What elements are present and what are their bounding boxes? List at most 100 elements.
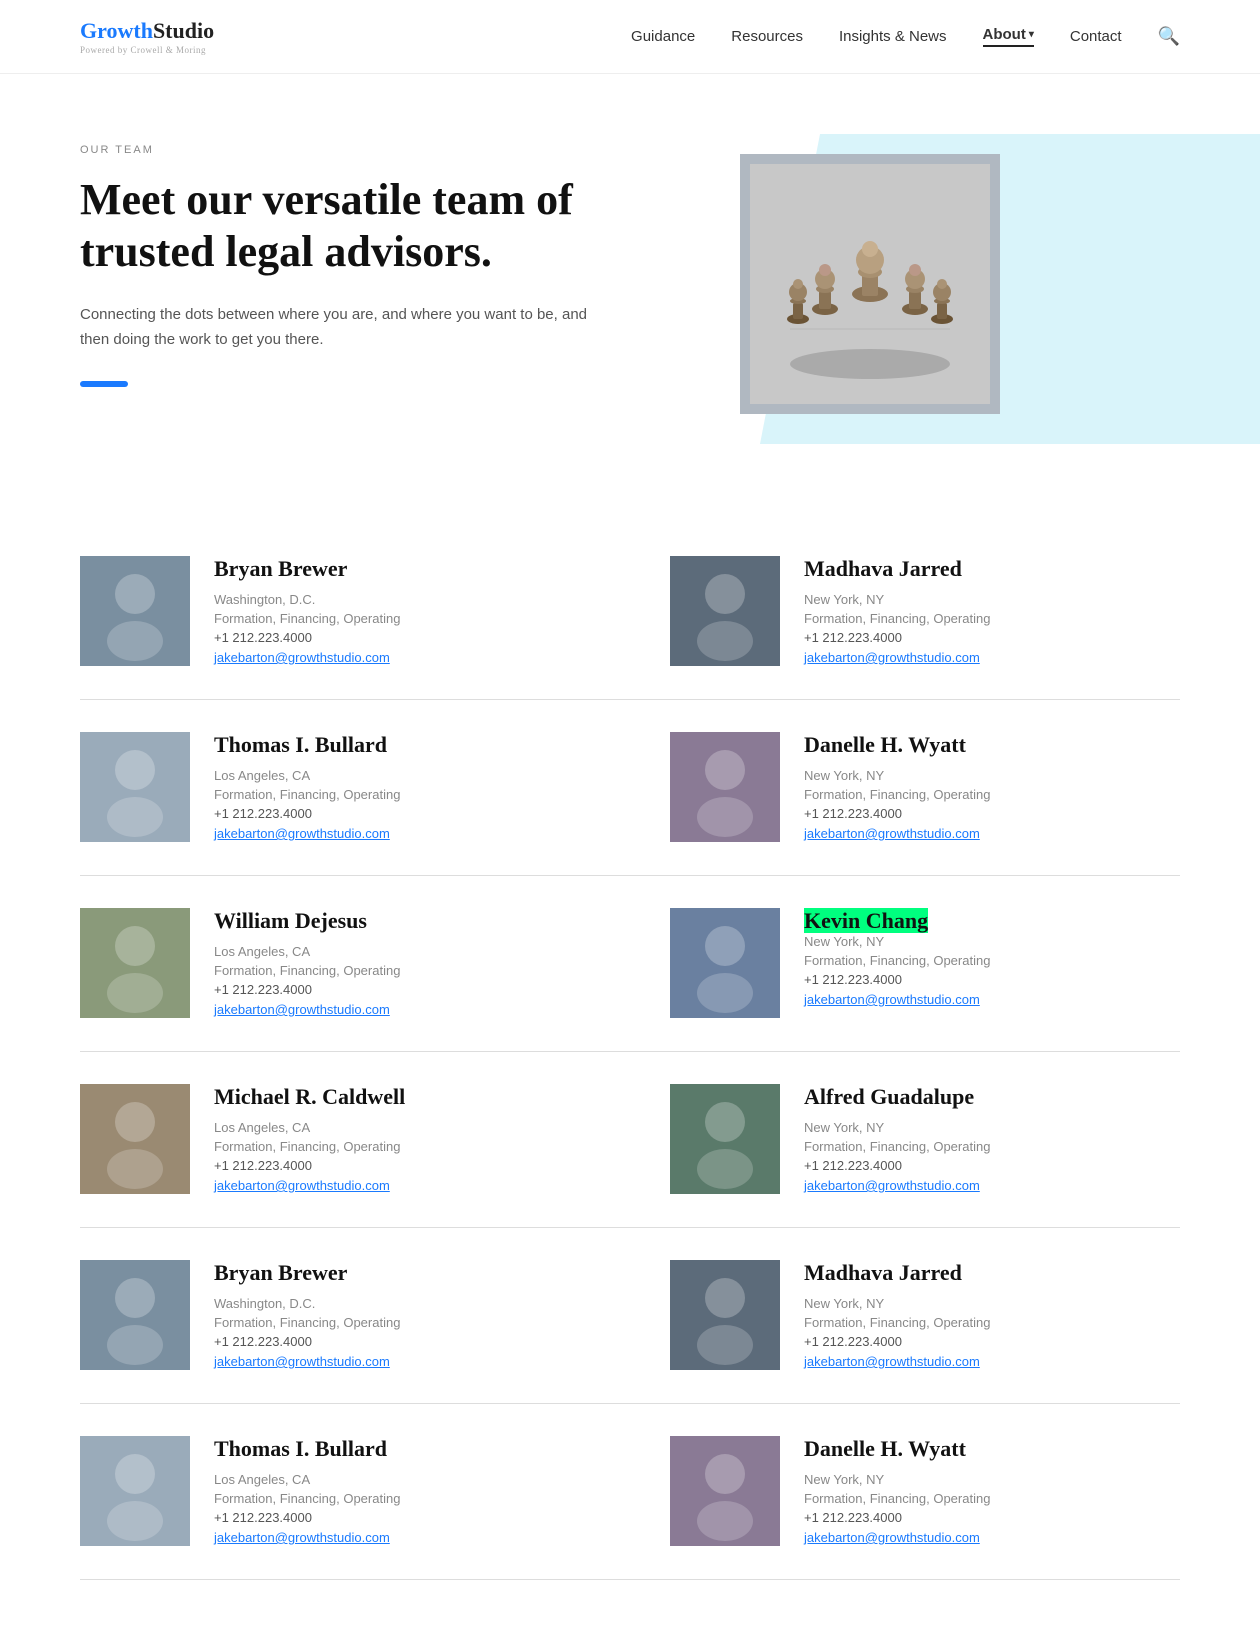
team-phone: +1 212.223.4000: [804, 972, 1180, 987]
logo-studio: Studio: [153, 18, 214, 43]
nav-contact[interactable]: Contact: [1070, 28, 1122, 45]
team-info: Bryan Brewer Washington, D.C. Formation,…: [214, 556, 590, 667]
nav-about[interactable]: About ▾: [983, 26, 1034, 47]
nav-resources[interactable]: Resources: [731, 28, 803, 45]
chess-pieces-image: [750, 164, 990, 404]
team-info: Michael R. Caldwell Los Angeles, CA Form…: [214, 1084, 590, 1195]
team-phone: +1 212.223.4000: [804, 630, 1180, 645]
team-email[interactable]: jakebarton@growthstudio.com: [214, 1530, 390, 1545]
person-photo-svg: [80, 1260, 190, 1370]
team-photo: [80, 1260, 190, 1370]
person-photo-svg: [80, 1084, 190, 1194]
team-location: Los Angeles, CA: [214, 944, 590, 959]
person-photo-svg: [670, 908, 780, 1018]
team-phone: +1 212.223.4000: [804, 1510, 1180, 1525]
team-email[interactable]: jakebarton@growthstudio.com: [804, 1178, 980, 1193]
team-member-name: Michael R. Caldwell: [214, 1084, 590, 1110]
team-photo: [670, 1260, 780, 1370]
team-info: Thomas I. Bullard Los Angeles, CA Format…: [214, 732, 590, 843]
team-email[interactable]: jakebarton@growthstudio.com: [214, 1354, 390, 1369]
team-card: Bryan Brewer Washington, D.C. Formation,…: [80, 1228, 630, 1404]
team-phone: +1 212.223.4000: [214, 1510, 590, 1525]
team-email[interactable]: jakebarton@growthstudio.com: [214, 650, 390, 665]
team-location: New York, NY: [804, 768, 1180, 783]
team-member-name: William Dejesus: [214, 908, 590, 934]
team-info: Danelle H. Wyatt New York, NY Formation,…: [804, 732, 1180, 843]
nav-about-label: About: [983, 26, 1026, 43]
team-card: Thomas I. Bullard Los Angeles, CA Format…: [80, 700, 630, 876]
team-location: Los Angeles, CA: [214, 1120, 590, 1135]
team-email[interactable]: jakebarton@growthstudio.com: [804, 826, 980, 841]
search-icon[interactable]: 🔍: [1158, 26, 1180, 47]
team-card: Alfred Guadalupe New York, NY Formation,…: [630, 1052, 1180, 1228]
team-email[interactable]: jakebarton@growthstudio.com: [214, 826, 390, 841]
nav-links: Guidance Resources Insights & News About…: [631, 26, 1180, 47]
person-photo-svg: [80, 908, 190, 1018]
team-location: New York, NY: [804, 592, 1180, 607]
team-info: Madhava Jarred New York, NY Formation, F…: [804, 1260, 1180, 1371]
team-card: Michael R. Caldwell Los Angeles, CA Form…: [80, 1052, 630, 1228]
team-photo: [80, 1084, 190, 1194]
nav-insights[interactable]: Insights & News: [839, 28, 947, 45]
team-phone: +1 212.223.4000: [214, 1158, 590, 1173]
team-specialty: Formation, Financing, Operating: [214, 963, 590, 978]
team-member-name: Thomas I. Bullard: [214, 1436, 590, 1462]
team-email[interactable]: jakebarton@growthstudio.com: [804, 1354, 980, 1369]
person-photo-svg: [670, 556, 780, 666]
team-email[interactable]: jakebarton@growthstudio.com: [214, 1178, 390, 1193]
person-photo-svg: [80, 1436, 190, 1546]
team-location: Washington, D.C.: [214, 592, 590, 607]
team-specialty: Formation, Financing, Operating: [214, 611, 590, 626]
team-photo: [670, 908, 780, 1018]
team-specialty: Formation, Financing, Operating: [214, 1315, 590, 1330]
team-location: Los Angeles, CA: [214, 768, 590, 783]
team-info: Kevin Chang New York, NY Formation, Fina…: [804, 908, 1180, 1009]
team-card: Madhava Jarred New York, NY Formation, F…: [630, 524, 1180, 700]
team-email[interactable]: jakebarton@growthstudio.com: [804, 650, 980, 665]
hero-image-wrapper: [740, 134, 1180, 444]
team-specialty: Formation, Financing, Operating: [214, 1139, 590, 1154]
logo[interactable]: GrowthStudio Powered by Crowell & Moring: [80, 18, 214, 55]
hero-image: [740, 154, 1000, 414]
team-photo: [80, 732, 190, 842]
nav-guidance[interactable]: Guidance: [631, 28, 695, 45]
team-member-name: Madhava Jarred: [804, 556, 1180, 582]
team-member-name: Danelle H. Wyatt: [804, 732, 1180, 758]
team-specialty: Formation, Financing, Operating: [804, 1139, 1180, 1154]
person-photo-svg: [80, 556, 190, 666]
team-email[interactable]: jakebarton@growthstudio.com: [804, 992, 980, 1007]
team-info: William Dejesus Los Angeles, CA Formatio…: [214, 908, 590, 1019]
team-phone: +1 212.223.4000: [214, 806, 590, 821]
hero-divider: [80, 381, 128, 387]
team-phone: +1 212.223.4000: [804, 806, 1180, 821]
team-location: Los Angeles, CA: [214, 1472, 590, 1487]
team-specialty: Formation, Financing, Operating: [804, 953, 1180, 968]
team-location: New York, NY: [804, 1296, 1180, 1311]
team-phone: +1 212.223.4000: [214, 1334, 590, 1349]
team-email[interactable]: jakebarton@growthstudio.com: [804, 1530, 980, 1545]
team-specialty: Formation, Financing, Operating: [804, 787, 1180, 802]
person-photo-svg: [670, 1260, 780, 1370]
team-specialty: Formation, Financing, Operating: [214, 1491, 590, 1506]
team-phone: +1 212.223.4000: [214, 630, 590, 645]
team-info: Alfred Guadalupe New York, NY Formation,…: [804, 1084, 1180, 1195]
team-photo: [670, 556, 780, 666]
person-photo-svg: [670, 732, 780, 842]
team-phone: +1 212.223.4000: [804, 1158, 1180, 1173]
logo-sub: Powered by Crowell & Moring: [80, 45, 214, 55]
team-member-name: Alfred Guadalupe: [804, 1084, 1180, 1110]
team-email[interactable]: jakebarton@growthstudio.com: [214, 1002, 390, 1017]
team-photo: [80, 1436, 190, 1546]
team-info: Bryan Brewer Washington, D.C. Formation,…: [214, 1260, 590, 1371]
team-info: Madhava Jarred New York, NY Formation, F…: [804, 556, 1180, 667]
navbar: GrowthStudio Powered by Crowell & Moring…: [0, 0, 1260, 74]
team-card: Kevin Chang New York, NY Formation, Fina…: [630, 876, 1180, 1052]
team-location: Washington, D.C.: [214, 1296, 590, 1311]
team-phone: +1 212.223.4000: [804, 1334, 1180, 1349]
team-card: William Dejesus Los Angeles, CA Formatio…: [80, 876, 630, 1052]
team-card: Danelle H. Wyatt New York, NY Formation,…: [630, 700, 1180, 876]
team-member-name: Bryan Brewer: [214, 1260, 590, 1286]
team-specialty: Formation, Financing, Operating: [214, 787, 590, 802]
person-photo-svg: [670, 1084, 780, 1194]
team-member-name: Danelle H. Wyatt: [804, 1436, 1180, 1462]
